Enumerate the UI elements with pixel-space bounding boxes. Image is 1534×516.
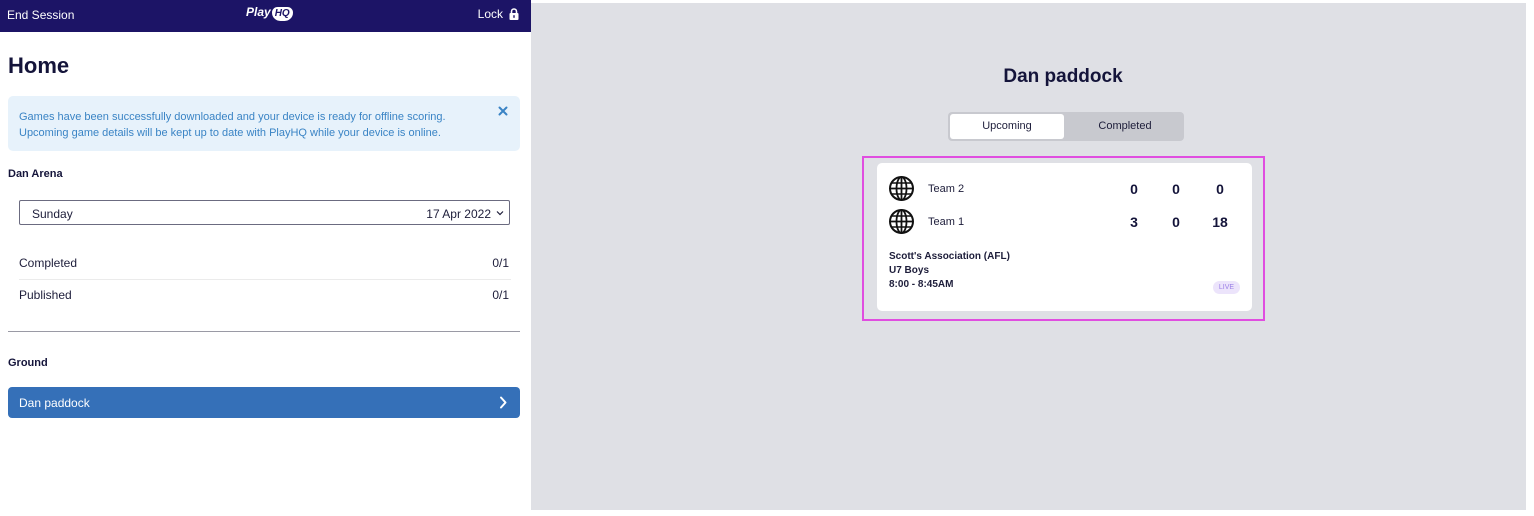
panel-edge: [531, 510, 1534, 516]
association-name: Scott's Association (AFL): [889, 251, 1010, 262]
offline-notice: Games have been successfully downloaded …: [8, 96, 520, 151]
team-score: 0: [1172, 181, 1180, 197]
team-score: 0: [1172, 214, 1180, 230]
team-score: 0: [1216, 181, 1224, 197]
playhq-logo: Play HQ: [246, 5, 293, 21]
stat-value: 0/1: [492, 288, 509, 302]
stat-row-completed: Completed 0/1: [19, 247, 511, 279]
ground-title: Dan paddock: [1003, 66, 1123, 87]
left-panel: End Session Play HQ Lock Home Games have …: [0, 0, 531, 516]
game-card[interactable]: Team 2 0 0 0 Team 1 3 0 18 Scott's Assoc…: [877, 163, 1252, 311]
stat-row-published: Published 0/1: [19, 279, 511, 311]
padlock-icon: [509, 8, 519, 20]
tab-upcoming[interactable]: Upcoming: [950, 114, 1064, 139]
stat-label: Published: [19, 288, 72, 302]
logo-text: Play: [246, 5, 271, 19]
globe-icon: [889, 176, 914, 201]
main-panel: Dan paddock Upcoming Completed Team 2 0 …: [531, 0, 1534, 516]
grade-name: U7 Boys: [889, 265, 930, 276]
selected-day: Sunday: [32, 207, 73, 221]
day-select[interactable]: Sunday 17 Apr 2022: [19, 200, 510, 225]
selected-date: 17 Apr 2022: [426, 207, 491, 221]
tab-completed[interactable]: Completed: [1068, 114, 1182, 139]
team-score: 18: [1212, 214, 1228, 230]
team-name: Team 1: [928, 216, 965, 228]
section-divider: [8, 331, 520, 332]
team-score: 0: [1130, 181, 1138, 197]
team-row: Team 2 0 0 0: [888, 175, 1243, 203]
stat-value: 0/1: [492, 256, 509, 270]
page-title: Home: [8, 53, 70, 78]
team-score: 3: [1130, 214, 1138, 230]
ground-label: Ground: [8, 357, 48, 369]
arena-label: Dan Arena: [8, 168, 63, 180]
ground-name: Dan paddock: [19, 396, 90, 410]
team-row: Team 1 3 0 18: [888, 208, 1243, 236]
game-time: 8:00 - 8:45AM: [889, 279, 954, 290]
top-bar: End Session Play HQ Lock: [0, 0, 531, 32]
close-icon[interactable]: [496, 104, 510, 118]
chevron-right-icon: [500, 396, 507, 409]
end-session-link[interactable]: End Session: [7, 8, 74, 22]
globe-icon: [889, 209, 914, 234]
panel-edge: [531, 0, 1534, 3]
logo-badge: HQ: [271, 7, 293, 21]
lock-button[interactable]: Lock: [478, 7, 519, 21]
chevron-down-icon: [496, 211, 504, 216]
notice-message: Games have been successfully downloaded …: [19, 111, 446, 139]
status-badge: LIVE: [1213, 281, 1240, 294]
stat-label: Completed: [19, 256, 78, 270]
team-name: Team 2: [928, 183, 965, 195]
ground-item-dan-paddock[interactable]: Dan paddock: [8, 387, 520, 418]
lock-label: Lock: [477, 7, 503, 21]
games-tabs: Upcoming Completed: [948, 112, 1184, 141]
